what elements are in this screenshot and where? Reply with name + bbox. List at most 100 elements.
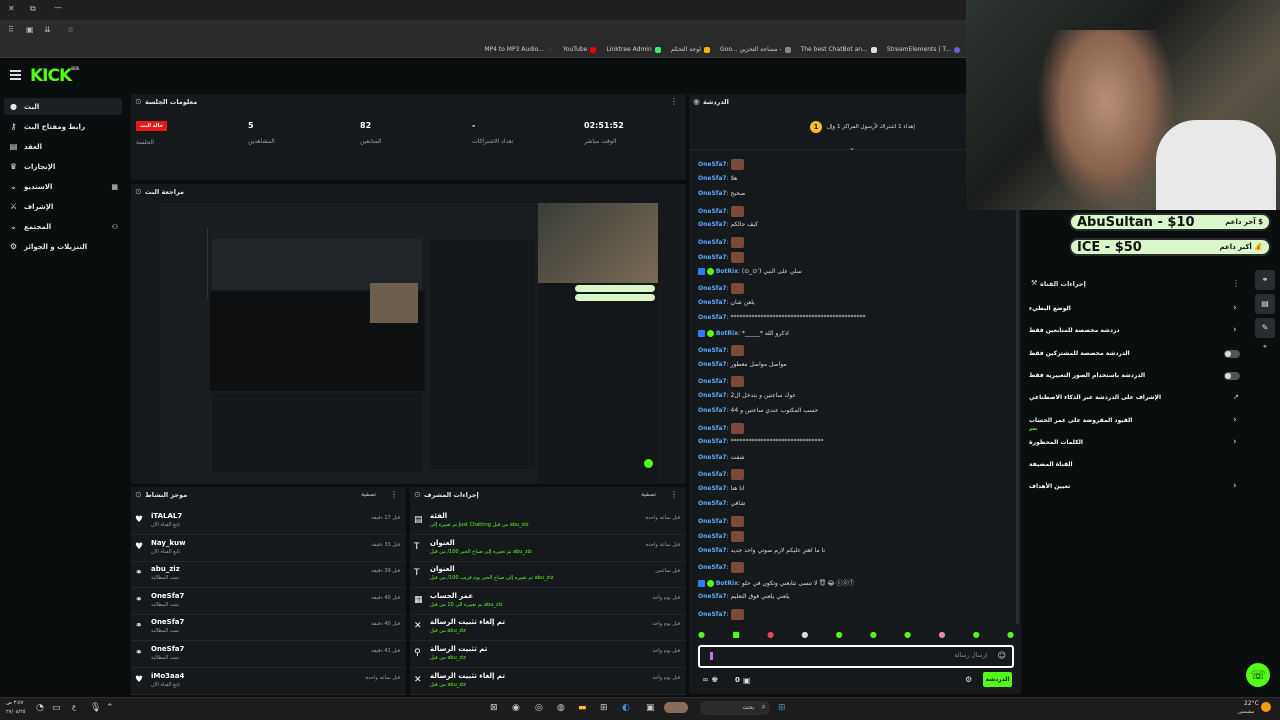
activity-username[interactable]: OneSfa7 [151,645,184,653]
chat-message[interactable]: OneSfa7: يلعن شان [698,299,755,306]
activity-row[interactable]: ⚭ abu_ziz تمت المطالبة قبل 39 دقيقة [131,562,406,589]
chat-username[interactable]: OneSfa7 [698,175,727,182]
bookmark-item[interactable]: لوحة التحكم [671,46,711,53]
close-window-icon[interactable]: ✕ [8,4,15,13]
chat-username[interactable]: OneSfa7 [698,611,727,618]
chat-username[interactable]: OneSfa7 [698,347,727,354]
chat-message[interactable]: OneSfa7: [698,515,744,527]
minimize-window-icon[interactable]: — [54,3,62,12]
filter-button[interactable]: تصفية [641,491,656,498]
activity-row[interactable]: ⚭ OneSfa7 تمت المطالبة قبل 41 دقيقة [131,642,406,668]
toggle-switch[interactable] [1224,349,1240,358]
mod-action-row[interactable]: ⚲ تم تثبيت الرسالة من قبل abu_ziz قبل يو… [410,642,686,668]
chevron-right-icon[interactable]: › [1233,303,1237,313]
more-options-icon[interactable]: ⋮ [670,97,678,106]
taskbar-search[interactable]: بحث ⌕ [700,701,770,715]
chat-username[interactable]: BotRix [716,580,738,587]
bookmark-item[interactable]: The best ChatBot an... [801,46,877,53]
activity-row[interactable]: ♥ iMo3aa4 تابع القناة الآن قبل ساعة واحد… [131,669,406,695]
chat-message[interactable]: OneSfa7: [698,205,744,217]
chat-message[interactable]: OneSfa7: عوك ساعتين و بتدخل ال2 [698,392,796,399]
sidebar-item-stream[interactable]: ● البث [4,98,122,115]
chat-message[interactable]: OneSfa7: [698,469,744,480]
pin-icon[interactable]: ⊙ [135,187,142,196]
activity-username[interactable]: iMo3aa4 [151,672,184,680]
pin-icon[interactable]: ⊙ [135,97,142,106]
chat-username[interactable]: OneSfa7 [698,208,727,215]
activity-row[interactable]: ⚭ OneSfa7 تمت المطالبة قبل 40 دقيقة [131,589,406,615]
activity-row[interactable]: ♥ iTALAL7 تابع القناة الآن قبل 17 دقيقة [131,509,406,535]
chat-username[interactable]: OneSfa7 [698,299,727,306]
address-bar[interactable]: ⠿ ▣ ⇊ ☆ [0,20,966,42]
activity-username[interactable]: OneSfa7 [151,592,184,600]
chat-message[interactable]: OneSfa7: [698,422,744,434]
emote-icon[interactable]: ● [1007,630,1014,642]
link-icon[interactable]: ⚭ [1255,270,1275,290]
chat-username[interactable]: OneSfa7 [698,533,727,540]
wrench-icon[interactable]: ✎ [1255,318,1275,338]
more-options-icon[interactable]: ⋮ [670,490,678,499]
chat-message[interactable]: OneSfa7: [698,608,744,620]
app-icon[interactable]: ▣ [646,703,655,713]
pin-icon[interactable]: ⊙ [135,490,142,499]
expand-chevron-icon[interactable]: ⌄ [849,144,855,152]
chat-username[interactable]: OneSfa7 [698,547,727,554]
sidebar-item-achievements[interactable]: ♛ الإنجازات [4,158,122,175]
layout-icon[interactable]: ▤ [1255,294,1275,314]
chat-username[interactable]: OneSfa7 [698,378,727,385]
chat-message[interactable]: OneSfa7: [698,345,744,356]
chat-username[interactable]: OneSfa7 [698,471,727,478]
bookmark-item[interactable]: YouTube [563,46,597,53]
network-icon[interactable]: ▭ [52,703,61,713]
chat-message[interactable]: OneSfa7: انا هنا [698,485,744,492]
chat-message[interactable]: OneSfa7: ******************************* [698,438,824,445]
bookmark-item[interactable]: MP4 to MP3 Audio... [484,46,553,53]
activity-username[interactable]: Nay_kuw [151,539,186,547]
emoji-icon[interactable]: ☺ [998,651,1006,660]
chat-username[interactable]: BotRix [716,268,738,275]
chat-message[interactable]: OneSfa7: [698,531,744,542]
maximize-window-icon[interactable]: ⧉ [30,4,36,14]
more-options-icon[interactable]: ⋮ [390,490,398,499]
menu-icon[interactable] [10,70,21,82]
sidebar-item-community[interactable]: ⌄ المجتمع ⚇ [4,218,122,235]
mic-icon[interactable]: 🎙 [90,703,101,713]
chat-username[interactable]: OneSfa7 [698,239,727,246]
filter-button[interactable]: تصفية [361,491,376,498]
bookmark-item[interactable]: Goo... مساحة التخزين - [720,46,791,53]
chat-message[interactable]: OneSfa7: يلعني يلعني فوق التعليم [698,593,790,600]
chevron-right-icon[interactable]: › [1233,325,1237,335]
edge-icon[interactable]: ◐ [622,703,630,713]
chat-message[interactable]: BotRix: *_____* اذكرو الله [698,329,789,337]
chat-username[interactable]: OneSfa7 [698,454,727,461]
toggle-switch[interactable] [1224,371,1240,380]
language-indicator[interactable]: ع [72,703,76,711]
chat-username[interactable]: OneSfa7 [698,285,727,292]
external-link-icon[interactable]: ↗ [1233,393,1239,401]
chat-message[interactable]: OneSfa7: كيف حالكم [698,221,758,228]
bookmark-star-icon[interactable]: ☆ [67,25,74,34]
chevron-right-icon[interactable]: › [1233,437,1237,447]
app-thumbnail-icon[interactable] [664,702,688,713]
emote-icon[interactable]: ● [698,630,705,642]
send-chat-button[interactable]: الدردشة [983,672,1012,687]
chat-username[interactable]: OneSfa7 [698,361,727,368]
chrome-icon[interactable]: ◍ [557,703,565,713]
chat-username[interactable]: OneSfa7 [698,500,727,507]
chat-username[interactable]: OneSfa7 [698,407,727,414]
chat-username[interactable]: OneSfa7 [698,438,727,445]
chat-username[interactable]: BotRix [716,330,738,337]
app-icon[interactable]: ◎ [535,703,543,713]
sidebar-item-stream-key[interactable]: ⚷ رابط ومفتاح البث [4,118,122,135]
emote-icon[interactable]: ● [767,630,774,642]
emote-icon[interactable]: ● [801,630,808,642]
chat-username[interactable]: OneSfa7 [698,564,727,571]
chat-username[interactable]: OneSfa7 [698,221,727,228]
more-options-icon[interactable]: ⋮ [1232,279,1240,288]
mod-action-row[interactable]: ✕ تم إلغاء تثبيت الرسالة من قبل abu_ziz … [410,669,686,695]
stream-video-preview[interactable] [160,203,658,483]
chat-message[interactable]: OneSfa7: [698,562,744,573]
pin-icon[interactable]: ⊙ [414,490,421,499]
emote-icon[interactable]: ● [870,630,877,642]
chat-username[interactable]: OneSfa7 [698,518,727,525]
